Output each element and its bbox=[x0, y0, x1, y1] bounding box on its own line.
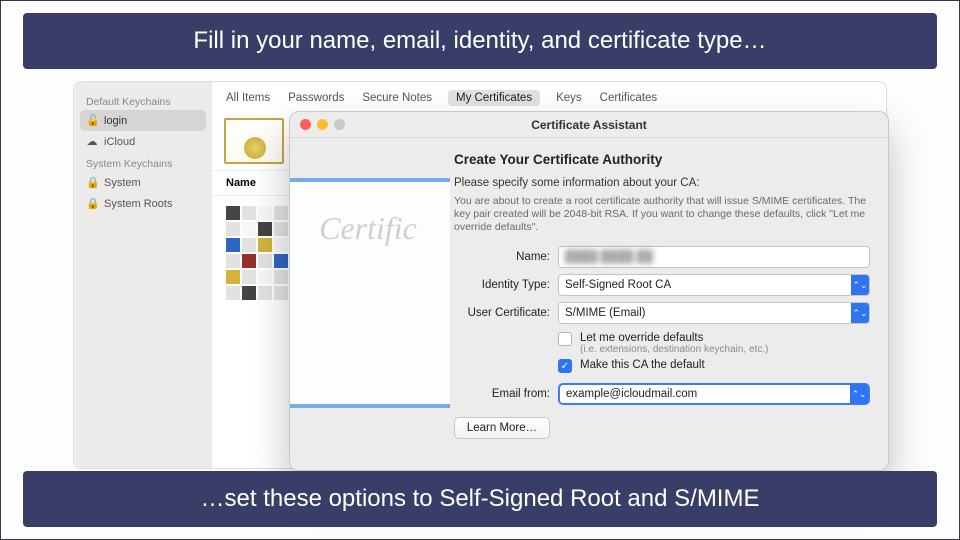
window-title: Certificate Assistant bbox=[531, 118, 647, 132]
tab-keys[interactable]: Keys bbox=[554, 90, 584, 106]
certificate-watermark: Certific bbox=[319, 210, 417, 247]
lock-open-icon: 🔓 bbox=[86, 114, 98, 127]
sidebar: Default Keychains 🔓 login ☁︎ iCloud Syst… bbox=[74, 82, 212, 468]
assistant-heading: Create Your Certificate Authority bbox=[454, 152, 870, 167]
titlebar: Certificate Assistant bbox=[290, 112, 888, 138]
sidebar-item-label: iCloud bbox=[104, 136, 135, 148]
minimize-icon[interactable] bbox=[317, 119, 328, 130]
sidebar-section-system: System Keychains bbox=[80, 152, 206, 172]
certificate-assistant-window: Certificate Assistant Certific Create Yo… bbox=[289, 111, 889, 471]
certificate-icon bbox=[224, 118, 284, 164]
sidebar-item-label: System bbox=[104, 177, 141, 189]
assistant-description: You are about to create a root certifica… bbox=[454, 195, 870, 234]
sidebar-item-label: login bbox=[104, 115, 127, 127]
identity-type-value: Self-Signed Root CA bbox=[565, 279, 671, 291]
cloud-icon: ☁︎ bbox=[86, 135, 98, 148]
email-from-select[interactable]: example@icloudmail.com ⌃⌄ bbox=[558, 383, 870, 405]
user-certificate-label: User Certificate: bbox=[454, 307, 550, 319]
identity-type-select[interactable]: Self-Signed Root CA ⌃⌄ bbox=[558, 274, 870, 296]
instruction-banner-bottom: …set these options to Self-Signed Root a… bbox=[23, 471, 937, 527]
tab-certificates[interactable]: Certificates bbox=[598, 90, 660, 106]
zoom-icon bbox=[334, 119, 345, 130]
assistant-illustration: Certific bbox=[290, 138, 450, 470]
tab-my-certificates[interactable]: My Certificates bbox=[448, 90, 540, 106]
override-defaults-checkbox[interactable] bbox=[558, 332, 572, 346]
tab-passwords[interactable]: Passwords bbox=[286, 90, 346, 106]
user-certificate-select[interactable]: S/MIME (Email) ⌃⌄ bbox=[558, 302, 870, 324]
tab-secure-notes[interactable]: Secure Notes bbox=[360, 90, 434, 106]
email-from-label: Email from: bbox=[454, 388, 550, 400]
sidebar-item-system[interactable]: 🔒 System bbox=[80, 172, 206, 193]
assistant-lead: Please specify some information about yo… bbox=[454, 177, 870, 189]
sidebar-item-system-roots[interactable]: 🔒 System Roots bbox=[80, 193, 206, 214]
sidebar-section-default: Default Keychains bbox=[80, 90, 206, 110]
sidebar-item-icloud[interactable]: ☁︎ iCloud bbox=[80, 131, 206, 152]
name-field[interactable]: ████ ████ ██ bbox=[558, 246, 870, 268]
email-from-value: example@icloudmail.com bbox=[566, 388, 697, 400]
make-default-label: Make this CA the default bbox=[580, 359, 705, 371]
tab-all-items[interactable]: All Items bbox=[224, 90, 272, 106]
user-certificate-value: S/MIME (Email) bbox=[565, 307, 646, 319]
window-controls bbox=[300, 119, 345, 130]
sidebar-item-login[interactable]: 🔓 login bbox=[80, 110, 206, 131]
close-icon[interactable] bbox=[300, 119, 311, 130]
make-default-checkbox[interactable]: ✓ bbox=[558, 359, 572, 373]
identity-type-label: Identity Type: bbox=[454, 279, 550, 291]
learn-more-button[interactable]: Learn More… bbox=[454, 417, 550, 439]
chevron-updown-icon: ⌃⌄ bbox=[851, 303, 869, 323]
override-defaults-sublabel: (i.e. extensions, destination keychain, … bbox=[580, 344, 768, 355]
chevron-updown-icon: ⌃⌄ bbox=[850, 384, 868, 404]
override-defaults-label: Let me override defaults bbox=[580, 332, 768, 344]
chevron-updown-icon: ⌃⌄ bbox=[851, 275, 869, 295]
lock-icon: 🔒 bbox=[86, 176, 98, 189]
sidebar-item-label: System Roots bbox=[104, 198, 172, 210]
category-tabs: All Items Passwords Secure Notes My Cert… bbox=[212, 82, 886, 110]
assistant-form: Create Your Certificate Authority Please… bbox=[450, 138, 888, 470]
instruction-banner-top: Fill in your name, email, identity, and … bbox=[23, 13, 937, 69]
name-label: Name: bbox=[454, 251, 550, 263]
lock-icon: 🔒 bbox=[86, 197, 98, 210]
